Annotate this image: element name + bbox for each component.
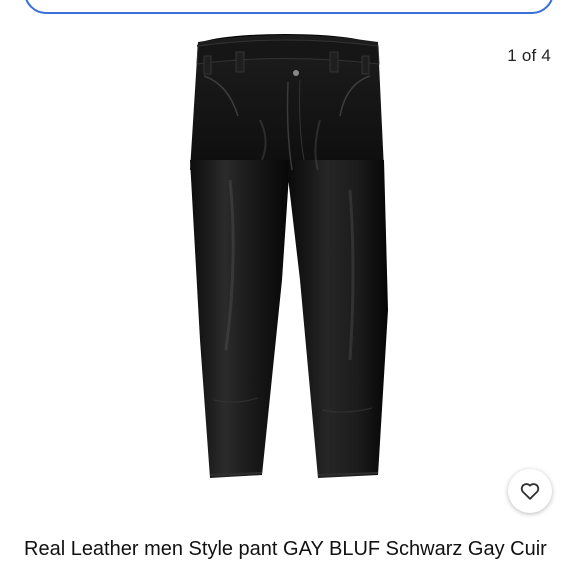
leather-pants-image — [190, 34, 388, 478]
product-image[interactable] — [0, 20, 580, 520]
watch-button[interactable] — [508, 469, 552, 513]
search-bar[interactable] — [24, 0, 554, 14]
heart-icon — [520, 483, 540, 500]
image-counter: 1 of 4 — [507, 46, 551, 65]
listing-title: Real Leather men Style pant GAY BLUF Sch… — [24, 538, 547, 560]
listing-page: 1 of 4 Real Leather men Style pant GAY B… — [0, 0, 580, 580]
